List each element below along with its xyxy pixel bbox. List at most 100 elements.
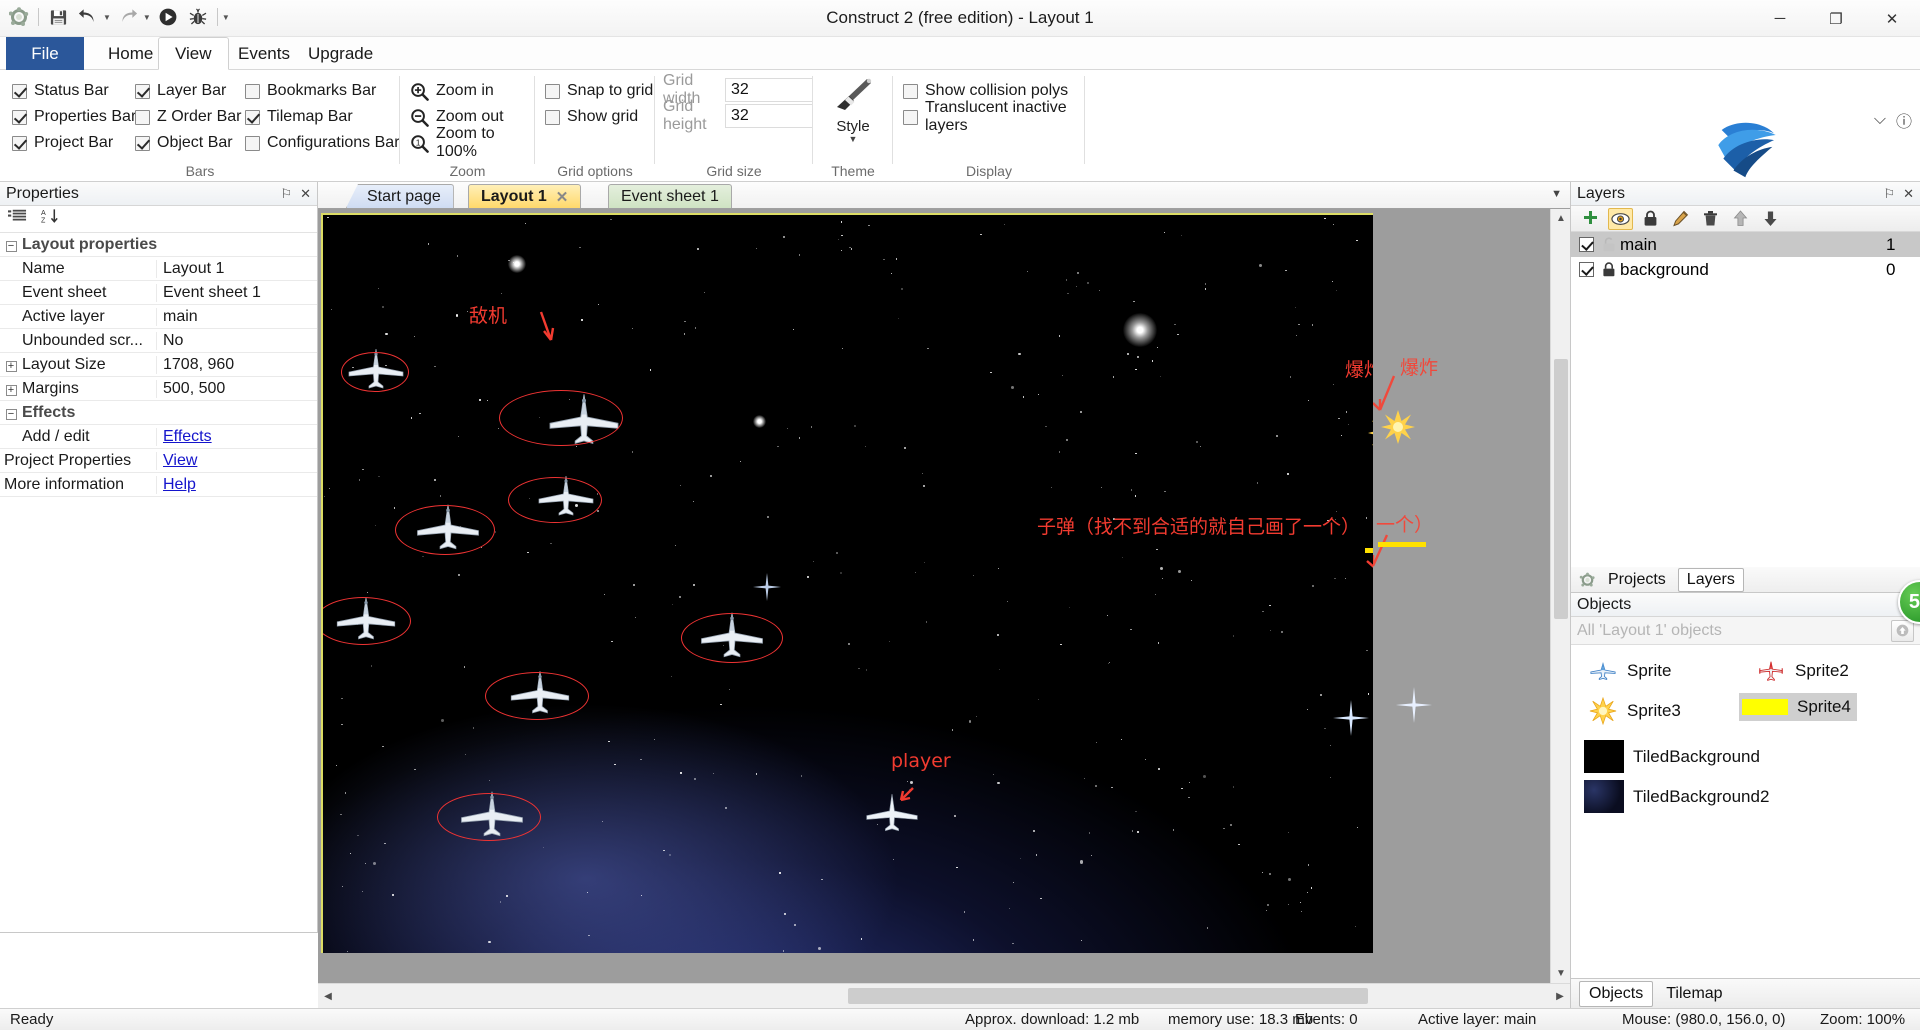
checkbox-bookmarks-bar[interactable]: Bookmarks Bar — [245, 78, 400, 104]
objects-up-level-button[interactable] — [1891, 619, 1914, 642]
move-layer-down-icon[interactable] — [1758, 208, 1783, 230]
document-tab-event-sheet-1[interactable]: Event sheet 1 — [608, 184, 732, 208]
row-expander[interactable]: + — [0, 382, 22, 396]
rename-layer-icon[interactable] — [1668, 208, 1693, 230]
close-icon[interactable]: ✕ — [300, 186, 311, 202]
effects-link[interactable]: Effects — [163, 428, 212, 445]
property-row-add-edit-effects[interactable]: Add / edit Effects — [0, 425, 317, 449]
grid-width-input[interactable] — [725, 78, 813, 102]
property-value[interactable]: Event sheet 1 — [156, 283, 317, 302]
property-value[interactable]: 1708, 960 — [156, 355, 317, 374]
scroll-down-arrow-icon[interactable]: ▼ — [1551, 964, 1571, 983]
ribbon-collapse-icon[interactable]: ⌵ — [1874, 111, 1886, 129]
property-value[interactable]: main — [156, 307, 317, 326]
bullet-sprite-outside[interactable] — [1378, 542, 1426, 547]
selection-ellipse[interactable] — [681, 613, 783, 663]
ribbon-tab-upgrade[interactable]: Upgrade — [292, 37, 389, 70]
property-row-unbounded-scrolling[interactable]: Unbounded scr... No — [0, 329, 317, 353]
selection-ellipse[interactable] — [508, 477, 602, 523]
property-row-active-layer[interactable]: Active layer main — [0, 305, 317, 329]
checkbox-properties-bar[interactable]: Properties Bar — [12, 104, 136, 130]
scroll-up-arrow-icon[interactable]: ▲ — [1551, 209, 1571, 228]
property-value[interactable]: View — [156, 451, 317, 470]
property-value[interactable]: Effects — [156, 427, 317, 446]
pin-icon[interactable]: ⚐ — [280, 186, 292, 202]
property-row-event-sheet[interactable]: Event sheet Event sheet 1 — [0, 281, 317, 305]
layout-canvas[interactable]: 敌机 player 爆炸 子弹（找不到合适的就自己画了一个） — [321, 213, 1373, 953]
style-button[interactable]: Style ▼ — [822, 76, 884, 144]
tab-projects[interactable]: Projects — [1600, 569, 1674, 591]
close-icon[interactable]: ✕ — [1903, 186, 1914, 202]
property-row-layout-size[interactable]: + Layout Size 1708, 960 — [0, 353, 317, 377]
tab-tilemap[interactable]: Tilemap — [1657, 982, 1731, 1006]
property-value[interactable]: Help — [156, 475, 317, 494]
property-value[interactable]: Layout 1 — [156, 259, 317, 278]
help-link[interactable]: Help — [163, 476, 196, 493]
zoom-to-100-button[interactable]: 1 Zoom to 100% — [410, 125, 535, 160]
layout-canvas-container[interactable]: 敌机 player 爆炸 子弹（找不到合适的就自己画了一个） 爆炸 一个） — [318, 209, 1570, 983]
property-row-margins[interactable]: + Margins 500, 500 — [0, 377, 317, 401]
property-value[interactable]: No — [156, 331, 317, 350]
grid-height-input[interactable] — [725, 104, 813, 128]
zoom-in-button[interactable]: Zoom in — [410, 78, 535, 104]
properties-section-effects[interactable]: − Effects — [0, 401, 317, 425]
canvas-vertical-scrollbar[interactable]: ▲ ▼ — [1550, 209, 1571, 983]
checkbox-tilemap-bar[interactable]: Tilemap Bar — [245, 104, 400, 130]
help-info-icon[interactable]: ⓘ — [1896, 108, 1912, 132]
lock-layer-icon[interactable] — [1638, 208, 1663, 230]
object-item-sprite3[interactable]: Sprite3 — [1585, 697, 1687, 725]
tab-close-icon[interactable]: ✕ — [556, 188, 569, 206]
close-button[interactable]: ✕ — [1864, 0, 1920, 37]
vertical-scroll-thumb[interactable] — [1554, 359, 1568, 619]
property-row-more-information[interactable]: More information Help — [0, 473, 317, 497]
minimize-button[interactable]: ─ — [1752, 0, 1808, 37]
layer-visible-checkbox[interactable] — [1579, 262, 1594, 277]
scroll-right-arrow-icon[interactable]: ▶ — [1550, 984, 1570, 1008]
view-link[interactable]: View — [163, 452, 197, 469]
lock-icon[interactable] — [1602, 262, 1616, 277]
scroll-left-arrow-icon[interactable]: ◀ — [318, 984, 338, 1008]
objects-search-input[interactable] — [1577, 621, 1891, 640]
layer-visible-checkbox[interactable] — [1579, 237, 1594, 252]
horizontal-scroll-thumb[interactable] — [848, 988, 1368, 1004]
delete-layer-icon[interactable] — [1698, 208, 1723, 230]
object-item-tiledbackground2[interactable]: TiledBackground2 — [1581, 777, 1775, 816]
selection-ellipse[interactable] — [341, 352, 409, 392]
checkbox-object-bar[interactable]: Object Bar — [135, 130, 241, 156]
ribbon-tab-view[interactable]: View — [158, 37, 229, 70]
explosion-sprite[interactable] — [1367, 415, 1373, 451]
properties-section-layout[interactable]: − Layout properties — [0, 233, 317, 257]
checkbox-z-order-bar[interactable]: Z Order Bar — [135, 104, 241, 130]
object-item-sprite[interactable]: Sprite — [1585, 657, 1677, 685]
bullet-sprite[interactable] — [1365, 548, 1373, 553]
property-row-name[interactable]: Name Layout 1 — [0, 257, 317, 281]
sort-alphabetical-icon[interactable]: AZ — [41, 208, 60, 230]
layer-row-main[interactable]: main 1 — [1571, 232, 1920, 257]
explosion-sprite-outside[interactable] — [1380, 409, 1416, 445]
ribbon-tab-file[interactable]: File — [6, 37, 84, 70]
section-expander[interactable]: − — [0, 406, 22, 420]
categorized-view-icon[interactable] — [8, 209, 27, 230]
object-item-tiledbackground[interactable]: TiledBackground — [1581, 737, 1766, 776]
add-layer-icon[interactable] — [1578, 208, 1603, 230]
layer-row-background[interactable]: background 0 — [1571, 257, 1920, 282]
checkbox-translucent-inactive-layers[interactable]: Translucent inactive layers — [903, 99, 1085, 134]
checkbox-layer-bar[interactable]: Layer Bar — [135, 78, 241, 104]
maximize-button[interactable]: ❐ — [1808, 0, 1864, 37]
unlock-icon[interactable] — [1602, 237, 1616, 252]
checkbox-project-bar[interactable]: Project Bar — [12, 130, 136, 156]
tab-objects[interactable]: Objects — [1579, 980, 1654, 1007]
player-plane-sprite[interactable] — [863, 790, 921, 832]
pin-icon[interactable]: ⚐ — [1883, 186, 1895, 202]
tab-list-dropdown-icon[interactable]: ▼ — [1551, 188, 1562, 200]
selection-ellipse[interactable] — [499, 390, 623, 446]
property-value[interactable]: 500, 500 — [156, 379, 317, 398]
selection-ellipse[interactable] — [395, 505, 495, 555]
object-item-sprite4[interactable]: Sprite4 — [1739, 693, 1857, 721]
checkbox-snap-to-grid[interactable]: Snap to grid — [545, 78, 653, 104]
eye-visibility-icon[interactable] — [1608, 207, 1633, 230]
tab-layers[interactable]: Layers — [1677, 567, 1744, 592]
property-row-project-properties[interactable]: Project Properties View — [0, 449, 317, 473]
selection-ellipse[interactable] — [437, 793, 541, 841]
checkbox-status-bar[interactable]: Status Bar — [12, 78, 136, 104]
